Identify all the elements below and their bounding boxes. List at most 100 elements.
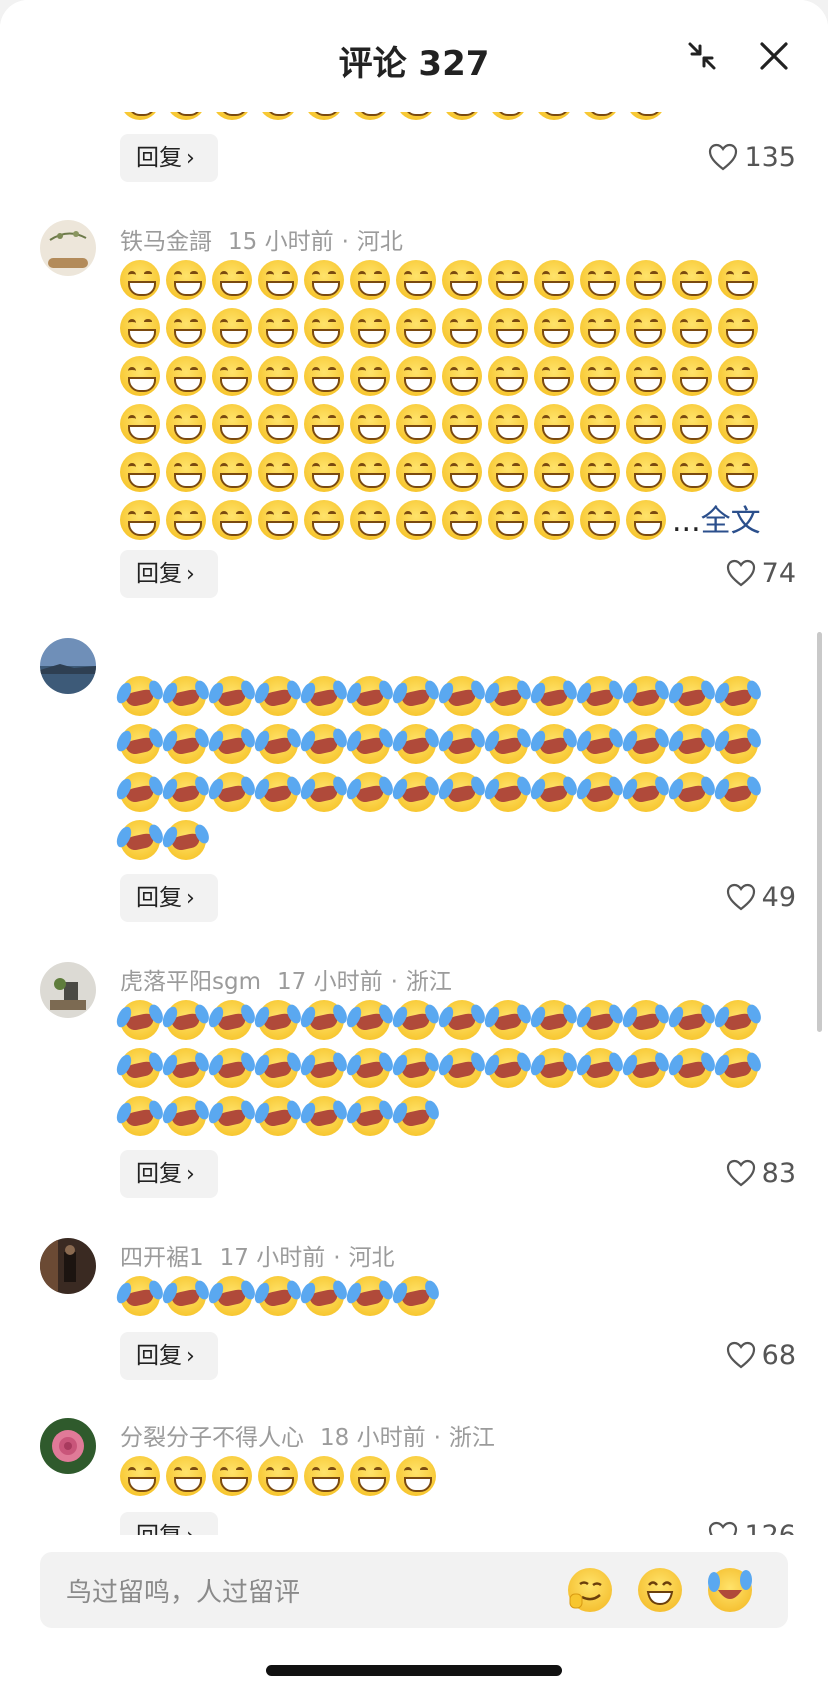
rofl-crying-face-emoji: [166, 772, 212, 812]
grinning-face-emoji: [350, 260, 390, 300]
heart-icon: [709, 1521, 738, 1535]
grinning-face-emoji: [304, 452, 344, 492]
grinning-face-emoji: [212, 308, 252, 348]
comment-emojis: [120, 672, 780, 864]
comment-meta: 铁马金謌 15 小时前 · 河北: [120, 222, 403, 256]
scrollbar[interactable]: [817, 632, 822, 1032]
expand-link[interactable]: ...全文: [672, 496, 761, 540]
rofl-crying-face-emoji: [672, 676, 718, 716]
chevron-right-icon: ›: [186, 562, 195, 587]
smirk-face-emoji[interactable]: [568, 1568, 612, 1612]
rofl-crying-face-emoji: [672, 1048, 718, 1088]
username[interactable]: 分裂分子不得人心: [120, 1425, 304, 1451]
comment-input-placeholder[interactable]: 鸟过留鸣，人过留评: [66, 1572, 300, 1609]
rofl-crying-face-emoji: [120, 772, 166, 812]
grinning-face-emoji: [396, 500, 436, 540]
separator: ·: [341, 229, 349, 255]
rofl-crying-face-emoji: [120, 820, 166, 860]
rofl-crying-face-emoji: [166, 724, 212, 764]
username[interactable]: 铁马金謌: [120, 229, 212, 255]
reply-button[interactable]: 回复›: [120, 550, 218, 598]
comments-sheet: 回复 › 135 铁马金謌 15 小时前 · 河北 ...全文 回复 › 74 回复 › 4…: [0, 0, 828, 1696]
grinning-face-emoji: [396, 452, 436, 492]
reply-button[interactable]: 回复›: [120, 134, 218, 182]
rofl-crying-face-emoji: [718, 1048, 764, 1088]
rofl-crying-face-emoji: [672, 724, 718, 764]
rofl-crying-face-emoji[interactable]: [708, 1568, 752, 1612]
grinning-face-emoji: [166, 1456, 206, 1496]
home-indicator[interactable]: [266, 1665, 562, 1676]
reply-button[interactable]: 回复›: [120, 1512, 218, 1535]
avatar[interactable]: [40, 962, 96, 1018]
grinning-face-emoji: [396, 404, 436, 444]
rofl-crying-face-emoji: [166, 820, 212, 860]
like-button[interactable]: 135: [708, 134, 796, 182]
avatar[interactable]: [40, 220, 96, 276]
rofl-crying-face-emoji: [442, 676, 488, 716]
username[interactable]: 四开裾1: [120, 1245, 204, 1271]
rofl-crying-face-emoji: [166, 1096, 212, 1136]
reply-button[interactable]: 回复›: [120, 1150, 218, 1198]
grinning-face-emoji: [350, 356, 390, 396]
like-button[interactable]: 68: [726, 1332, 796, 1380]
username[interactable]: 虎落平阳sgm: [120, 969, 261, 995]
reply-label: 回复: [136, 1343, 182, 1369]
comment-list[interactable]: 回复 › 135 铁马金謌 15 小时前 · 河北 ...全文 回复 › 74 回复 › 4…: [0, 0, 828, 1535]
rofl-crying-face-emoji: [442, 772, 488, 812]
grinning-face-emoji: [120, 404, 160, 444]
avatar[interactable]: [40, 1418, 96, 1474]
chevron-right-icon: ›: [186, 1344, 195, 1369]
rofl-crying-face-emoji: [442, 1048, 488, 1088]
grinning-face-emoji[interactable]: [638, 1568, 682, 1612]
grinning-face-emoji: [580, 404, 620, 444]
timestamp: 17 小时前: [219, 1245, 326, 1271]
rofl-crying-face-emoji: [580, 1048, 626, 1088]
avatar[interactable]: [40, 1238, 96, 1294]
grinning-face-emoji: [626, 500, 666, 540]
rofl-crying-face-emoji: [166, 1276, 212, 1316]
like-button[interactable]: 49: [726, 874, 796, 922]
rofl-crying-face-emoji: [120, 724, 166, 764]
rofl-crying-face-emoji: [212, 1096, 258, 1136]
rofl-crying-face-emoji: [212, 1048, 258, 1088]
rofl-crying-face-emoji: [534, 772, 580, 812]
grinning-face-emoji: [212, 1456, 252, 1496]
grinning-face-emoji: [534, 404, 574, 444]
close-button[interactable]: [754, 36, 794, 76]
expand-label: 全文: [700, 504, 761, 539]
timestamp: 17 小时前: [277, 969, 383, 995]
like-button[interactable]: 74: [726, 550, 796, 598]
grinning-face-emoji: [396, 356, 436, 396]
rofl-crying-face-emoji: [626, 1048, 672, 1088]
grinning-face-emoji: [488, 404, 528, 444]
like-button[interactable]: 83: [726, 1150, 796, 1198]
comment-composer[interactable]: 鸟过留鸣，人过留评: [40, 1552, 788, 1628]
grinning-face-emoji: [442, 500, 482, 540]
grinning-face-emoji: [672, 404, 712, 444]
grinning-face-emoji: [166, 308, 206, 348]
grinning-face-emoji: [304, 356, 344, 396]
grinning-face-emoji: [488, 452, 528, 492]
grinning-face-emoji: [304, 1456, 344, 1496]
grinning-face-emoji: [534, 308, 574, 348]
reply-button[interactable]: 回复›: [120, 874, 218, 922]
grinning-face-emoji: [396, 260, 436, 300]
like-count: 83: [761, 1158, 796, 1189]
rofl-crying-face-emoji: [304, 724, 350, 764]
collapse-button[interactable]: [682, 36, 722, 76]
chevron-right-icon: ›: [186, 886, 195, 911]
grinning-face-emoji: [350, 1456, 390, 1496]
like-button[interactable]: 126: [708, 1512, 796, 1535]
grinning-face-emoji: [166, 404, 206, 444]
rofl-crying-face-emoji: [442, 1000, 488, 1040]
reply-button[interactable]: 回复›: [120, 1332, 218, 1380]
reply-label: 回复: [136, 145, 182, 171]
rofl-crying-face-emoji: [488, 772, 534, 812]
grinning-face-emoji: [626, 404, 666, 444]
grinning-face-emoji: [442, 452, 482, 492]
grinning-face-emoji: [718, 452, 758, 492]
avatar[interactable]: [40, 638, 96, 694]
rofl-crying-face-emoji: [258, 1096, 304, 1136]
rofl-crying-face-emoji: [350, 1000, 396, 1040]
grinning-face-emoji: [396, 1456, 436, 1496]
